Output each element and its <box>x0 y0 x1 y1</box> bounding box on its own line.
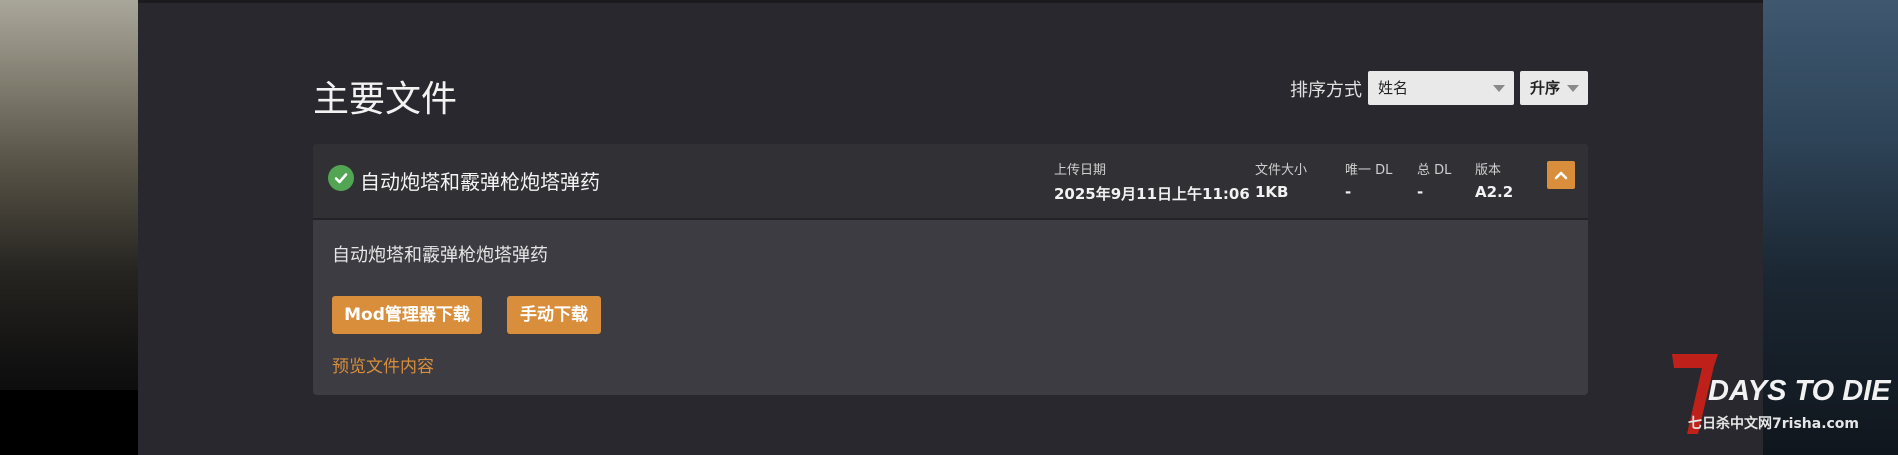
svg-text:七日杀中文网7risha.com: 七日杀中文网7risha.com <box>1688 415 1859 432</box>
preview-file-contents-link[interactable]: 预览文件内容 <box>332 352 434 377</box>
stat-file-size: 文件大小 1KB <box>1255 159 1307 201</box>
sort-order-select[interactable]: 升序 <box>1520 71 1588 105</box>
section-title: 主要文件 <box>313 79 458 120</box>
sort-label: 排序方式 <box>1290 80 1362 101</box>
stat-label: 版本 <box>1475 163 1502 178</box>
stat-value: A2.2 <box>1475 183 1514 201</box>
stat-unique-dl: 唯一 DL - <box>1345 159 1392 201</box>
mod-manager-download-button[interactable]: Mod管理器下载 <box>332 296 482 334</box>
stat-version: 版本 A2.2 <box>1475 159 1513 201</box>
7days-to-die-logo: DAYS TO DIE 七日杀中文网7risha.com <box>1672 354 1892 434</box>
stat-value: - <box>1345 183 1352 201</box>
file-description: 自动炮塔和霰弹枪炮塔弹药 <box>332 245 548 266</box>
file-card: 自动炮塔和霰弹枪炮塔弹药 上传日期 2025年9月11日上午11:06 文件大小… <box>313 144 1588 395</box>
sort-field-select[interactable]: 姓名 <box>1368 71 1514 105</box>
svg-text:DAYS TO DIE: DAYS TO DIE <box>1708 375 1892 407</box>
manual-download-button[interactable]: 手动下载 <box>507 296 601 334</box>
stat-label: 唯一 DL <box>1345 163 1393 178</box>
stat-upload-date: 上传日期 2025年9月11日上午11:06 <box>1054 159 1250 204</box>
chevron-down-icon <box>1493 85 1505 92</box>
stat-value: - <box>1417 183 1424 201</box>
left-background-art <box>0 0 138 455</box>
stat-value: 2025年9月11日上午11:06 <box>1054 185 1250 203</box>
sort-field-value: 姓名 <box>1378 79 1409 97</box>
stat-label: 上传日期 <box>1054 163 1107 178</box>
stat-value: 1KB <box>1255 183 1289 201</box>
chevron-down-icon <box>1567 85 1579 92</box>
stat-total-dl: 总 DL - <box>1417 159 1451 201</box>
stat-label: 总 DL <box>1417 163 1452 178</box>
file-name: 自动炮塔和霰弹枪炮塔弹药 <box>360 170 600 194</box>
collapse-toggle-button[interactable] <box>1547 161 1575 189</box>
check-circle-icon <box>328 165 354 191</box>
chevron-up-icon <box>1554 171 1568 180</box>
sort-order-value: 升序 <box>1530 79 1561 97</box>
file-card-header[interactable]: 自动炮塔和霰弹枪炮塔弹药 上传日期 2025年9月11日上午11:06 文件大小… <box>313 144 1588 220</box>
stat-label: 文件大小 <box>1255 163 1308 178</box>
